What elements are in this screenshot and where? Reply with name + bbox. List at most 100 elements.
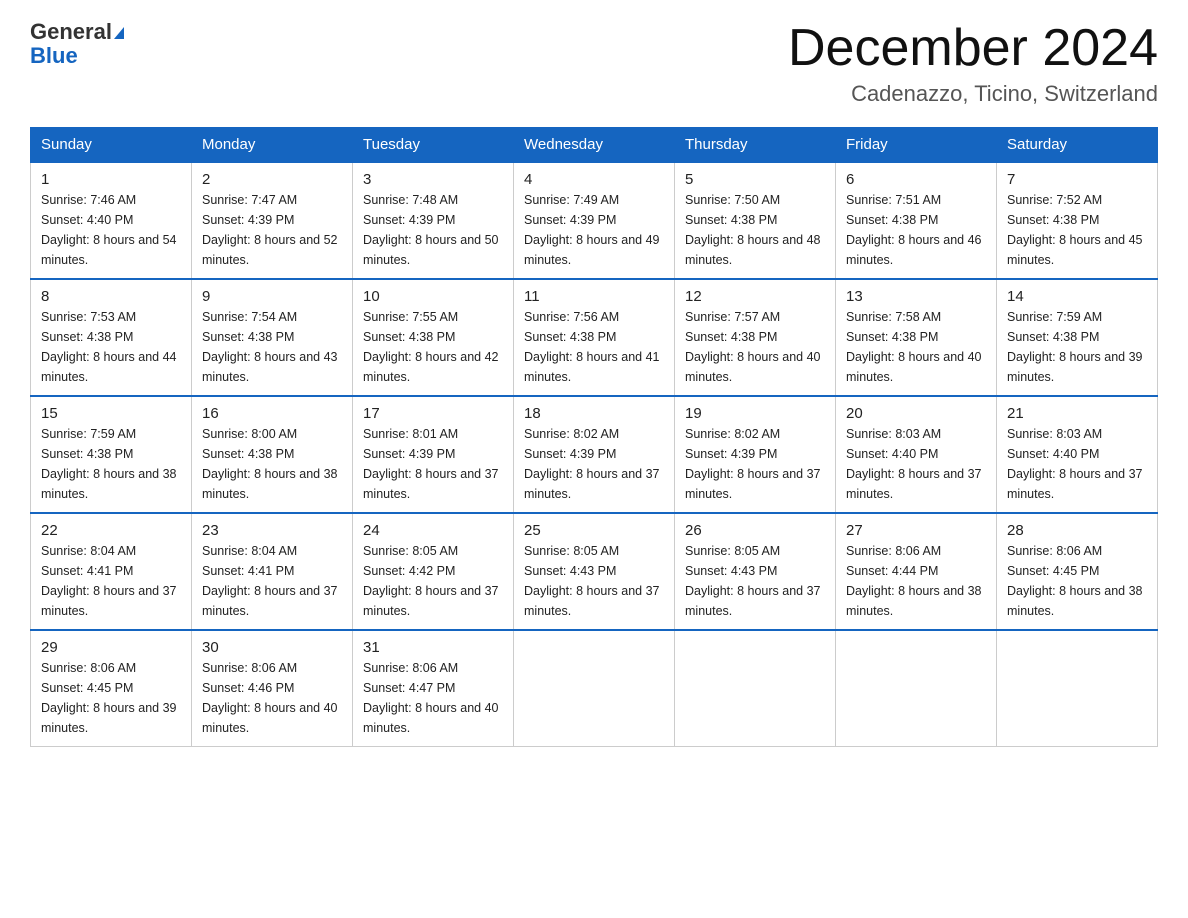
day-number: 23 (202, 522, 342, 539)
title-block: December 2024 Cadenazzo, Ticino, Switzer… (788, 20, 1158, 107)
day-info: Sunrise: 7:48 AMSunset: 4:39 PMDaylight:… (363, 190, 503, 270)
day-number: 6 (846, 171, 986, 188)
day-cell: 24 Sunrise: 8:05 AMSunset: 4:42 PMDaylig… (353, 513, 514, 630)
calendar-body: 1 Sunrise: 7:46 AMSunset: 4:40 PMDayligh… (31, 162, 1158, 747)
day-info: Sunrise: 7:49 AMSunset: 4:39 PMDaylight:… (524, 190, 664, 270)
day-cell: 11 Sunrise: 7:56 AMSunset: 4:38 PMDaylig… (514, 279, 675, 396)
week-row-3: 15 Sunrise: 7:59 AMSunset: 4:38 PMDaylig… (31, 396, 1158, 513)
day-cell: 22 Sunrise: 8:04 AMSunset: 4:41 PMDaylig… (31, 513, 192, 630)
month-title: December 2024 (788, 20, 1158, 77)
header-thursday: Thursday (675, 128, 836, 163)
day-number: 24 (363, 522, 503, 539)
day-info: Sunrise: 8:06 AMSunset: 4:45 PMDaylight:… (41, 658, 181, 738)
day-number: 3 (363, 171, 503, 188)
day-info: Sunrise: 8:05 AMSunset: 4:43 PMDaylight:… (685, 541, 825, 621)
day-info: Sunrise: 7:58 AMSunset: 4:38 PMDaylight:… (846, 307, 986, 387)
day-info: Sunrise: 8:05 AMSunset: 4:43 PMDaylight:… (524, 541, 664, 621)
day-cell (675, 630, 836, 747)
day-info: Sunrise: 7:51 AMSunset: 4:38 PMDaylight:… (846, 190, 986, 270)
header-tuesday: Tuesday (353, 128, 514, 163)
week-row-1: 1 Sunrise: 7:46 AMSunset: 4:40 PMDayligh… (31, 162, 1158, 279)
day-cell: 14 Sunrise: 7:59 AMSunset: 4:38 PMDaylig… (997, 279, 1158, 396)
day-cell: 8 Sunrise: 7:53 AMSunset: 4:38 PMDayligh… (31, 279, 192, 396)
header-sunday: Sunday (31, 128, 192, 163)
day-cell (997, 630, 1158, 747)
day-number: 8 (41, 288, 181, 305)
day-number: 12 (685, 288, 825, 305)
day-cell: 26 Sunrise: 8:05 AMSunset: 4:43 PMDaylig… (675, 513, 836, 630)
header-monday: Monday (192, 128, 353, 163)
day-number: 15 (41, 405, 181, 422)
day-number: 19 (685, 405, 825, 422)
day-info: Sunrise: 8:06 AMSunset: 4:45 PMDaylight:… (1007, 541, 1147, 621)
location-subtitle: Cadenazzo, Ticino, Switzerland (788, 81, 1158, 107)
day-cell: 20 Sunrise: 8:03 AMSunset: 4:40 PMDaylig… (836, 396, 997, 513)
day-info: Sunrise: 7:56 AMSunset: 4:38 PMDaylight:… (524, 307, 664, 387)
day-cell (514, 630, 675, 747)
day-cell: 17 Sunrise: 8:01 AMSunset: 4:39 PMDaylig… (353, 396, 514, 513)
day-number: 7 (1007, 171, 1147, 188)
day-info: Sunrise: 8:05 AMSunset: 4:42 PMDaylight:… (363, 541, 503, 621)
day-number: 25 (524, 522, 664, 539)
day-number: 14 (1007, 288, 1147, 305)
logo-blue-text: Blue (30, 43, 78, 68)
day-info: Sunrise: 7:46 AMSunset: 4:40 PMDaylight:… (41, 190, 181, 270)
day-cell: 1 Sunrise: 7:46 AMSunset: 4:40 PMDayligh… (31, 162, 192, 279)
week-row-5: 29 Sunrise: 8:06 AMSunset: 4:45 PMDaylig… (31, 630, 1158, 747)
calendar-header: SundayMondayTuesdayWednesdayThursdayFrid… (31, 128, 1158, 163)
logo: General Blue (30, 20, 124, 68)
day-cell: 30 Sunrise: 8:06 AMSunset: 4:46 PMDaylig… (192, 630, 353, 747)
day-number: 4 (524, 171, 664, 188)
day-number: 10 (363, 288, 503, 305)
day-info: Sunrise: 8:03 AMSunset: 4:40 PMDaylight:… (846, 424, 986, 504)
day-number: 27 (846, 522, 986, 539)
day-cell: 13 Sunrise: 7:58 AMSunset: 4:38 PMDaylig… (836, 279, 997, 396)
day-info: Sunrise: 7:59 AMSunset: 4:38 PMDaylight:… (41, 424, 181, 504)
day-number: 22 (41, 522, 181, 539)
day-info: Sunrise: 7:55 AMSunset: 4:38 PMDaylight:… (363, 307, 503, 387)
day-info: Sunrise: 7:47 AMSunset: 4:39 PMDaylight:… (202, 190, 342, 270)
day-cell: 16 Sunrise: 8:00 AMSunset: 4:38 PMDaylig… (192, 396, 353, 513)
day-number: 26 (685, 522, 825, 539)
day-number: 2 (202, 171, 342, 188)
day-cell: 2 Sunrise: 7:47 AMSunset: 4:39 PMDayligh… (192, 162, 353, 279)
day-number: 13 (846, 288, 986, 305)
day-number: 16 (202, 405, 342, 422)
day-number: 20 (846, 405, 986, 422)
day-info: Sunrise: 7:52 AMSunset: 4:38 PMDaylight:… (1007, 190, 1147, 270)
day-number: 1 (41, 171, 181, 188)
day-info: Sunrise: 8:02 AMSunset: 4:39 PMDaylight:… (685, 424, 825, 504)
day-cell: 29 Sunrise: 8:06 AMSunset: 4:45 PMDaylig… (31, 630, 192, 747)
day-cell: 12 Sunrise: 7:57 AMSunset: 4:38 PMDaylig… (675, 279, 836, 396)
logo-general-text: General (30, 19, 112, 44)
day-info: Sunrise: 7:57 AMSunset: 4:38 PMDaylight:… (685, 307, 825, 387)
day-info: Sunrise: 7:54 AMSunset: 4:38 PMDaylight:… (202, 307, 342, 387)
day-info: Sunrise: 8:01 AMSunset: 4:39 PMDaylight:… (363, 424, 503, 504)
day-number: 31 (363, 639, 503, 656)
day-number: 17 (363, 405, 503, 422)
day-cell: 25 Sunrise: 8:05 AMSunset: 4:43 PMDaylig… (514, 513, 675, 630)
day-cell: 7 Sunrise: 7:52 AMSunset: 4:38 PMDayligh… (997, 162, 1158, 279)
day-info: Sunrise: 8:02 AMSunset: 4:39 PMDaylight:… (524, 424, 664, 504)
week-row-2: 8 Sunrise: 7:53 AMSunset: 4:38 PMDayligh… (31, 279, 1158, 396)
day-cell: 27 Sunrise: 8:06 AMSunset: 4:44 PMDaylig… (836, 513, 997, 630)
day-info: Sunrise: 8:04 AMSunset: 4:41 PMDaylight:… (41, 541, 181, 621)
day-number: 18 (524, 405, 664, 422)
day-cell: 6 Sunrise: 7:51 AMSunset: 4:38 PMDayligh… (836, 162, 997, 279)
day-info: Sunrise: 8:06 AMSunset: 4:47 PMDaylight:… (363, 658, 503, 738)
day-cell: 9 Sunrise: 7:54 AMSunset: 4:38 PMDayligh… (192, 279, 353, 396)
day-cell: 3 Sunrise: 7:48 AMSunset: 4:39 PMDayligh… (353, 162, 514, 279)
day-cell: 5 Sunrise: 7:50 AMSunset: 4:38 PMDayligh… (675, 162, 836, 279)
day-cell: 23 Sunrise: 8:04 AMSunset: 4:41 PMDaylig… (192, 513, 353, 630)
day-cell: 21 Sunrise: 8:03 AMSunset: 4:40 PMDaylig… (997, 396, 1158, 513)
day-cell (836, 630, 997, 747)
logo-triangle-icon (114, 27, 124, 39)
day-cell: 28 Sunrise: 8:06 AMSunset: 4:45 PMDaylig… (997, 513, 1158, 630)
day-cell: 19 Sunrise: 8:02 AMSunset: 4:39 PMDaylig… (675, 396, 836, 513)
day-number: 28 (1007, 522, 1147, 539)
header-row: SundayMondayTuesdayWednesdayThursdayFrid… (31, 128, 1158, 163)
day-cell: 15 Sunrise: 7:59 AMSunset: 4:38 PMDaylig… (31, 396, 192, 513)
day-info: Sunrise: 7:59 AMSunset: 4:38 PMDaylight:… (1007, 307, 1147, 387)
day-cell: 10 Sunrise: 7:55 AMSunset: 4:38 PMDaylig… (353, 279, 514, 396)
day-info: Sunrise: 8:06 AMSunset: 4:44 PMDaylight:… (846, 541, 986, 621)
